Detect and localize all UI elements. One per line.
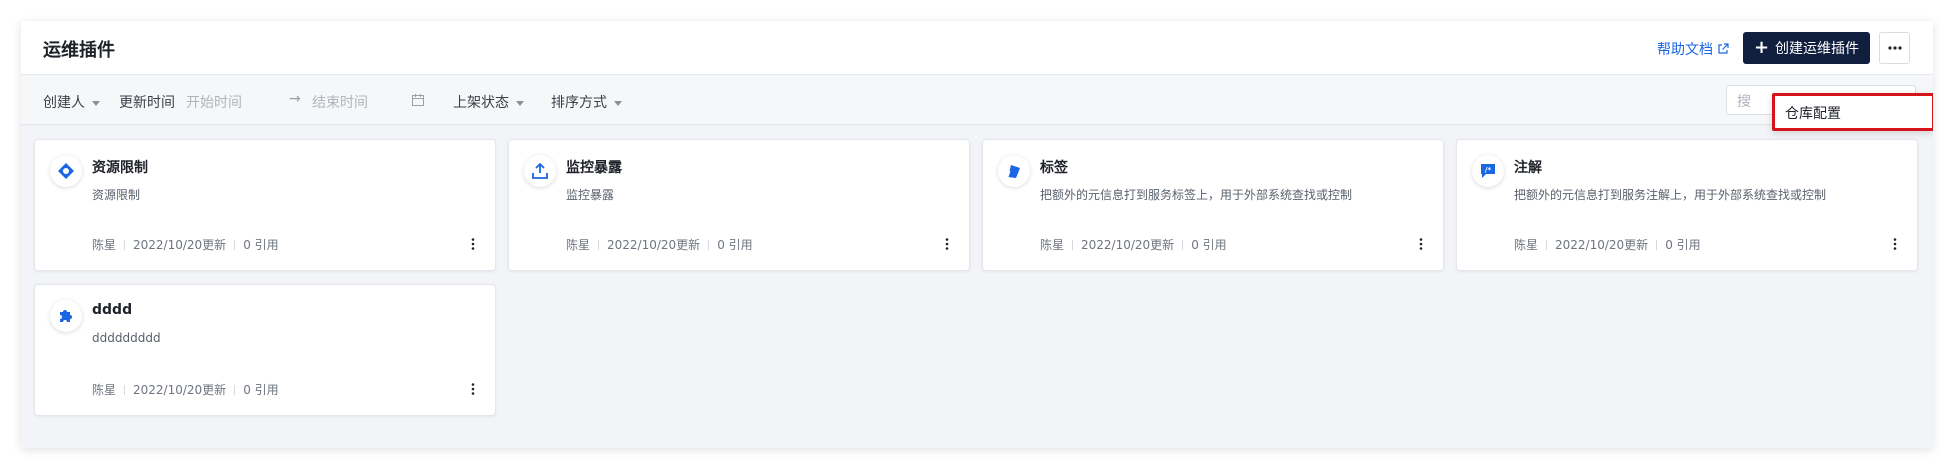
card-description: 资源限制	[92, 188, 141, 202]
plugin-card[interactable]: 标签 把额外的元信息打到服务标签上，用于外部系统查找或控制 陈星 2022/10…	[982, 139, 1444, 271]
divider	[1546, 239, 1548, 250]
card-refs: 0 引用	[717, 238, 753, 252]
plugin-card[interactable]: dddd ddddddddd 陈星 2022/10/20更新 0 引用	[34, 284, 496, 416]
page-header: 运维插件 帮助文档 + 创建运维插件	[21, 21, 1933, 75]
plugin-card[interactable]: 监控暴露 监控暴露 陈星 2022/10/20更新 0 引用	[508, 139, 970, 271]
divider	[1182, 239, 1184, 250]
card-refs: 0 引用	[1665, 238, 1701, 252]
ellipsis-icon	[1887, 46, 1902, 50]
upload-icon	[524, 155, 556, 187]
update-time-label: 更新时间	[119, 92, 175, 112]
card-more-icon[interactable]	[1893, 238, 1897, 250]
puzzle-icon	[50, 300, 82, 332]
divider	[1072, 239, 1074, 250]
plus-icon: +	[1753, 37, 1770, 58]
card-description: ddddddddd	[92, 331, 161, 345]
card-title: 注解	[1514, 160, 1542, 176]
divider	[234, 239, 236, 250]
card-author: 陈星	[92, 238, 117, 252]
plugin-card[interactable]: /* 注解 把额外的元信息打到服务注解上，用于外部系统查找或控制 陈星 2022…	[1456, 139, 1918, 271]
card-author: 陈星	[566, 238, 591, 252]
divider	[234, 384, 236, 395]
calendar-icon[interactable]	[411, 93, 425, 107]
caret-down-icon	[92, 100, 100, 106]
plugin-card[interactable]: 资源限制 资源限制 陈星 2022/10/20更新 0 引用	[34, 139, 496, 271]
card-meta: 陈星 2022/10/20更新 0 引用	[92, 236, 279, 253]
shelf-status-label: 上架状态	[453, 95, 509, 111]
filter-bar: 创建人 更新时间 开始时间 → 结束时间 上架状态 排序方式 搜	[21, 75, 1933, 125]
card-meta: 陈星 2022/10/20更新 0 引用	[566, 236, 753, 253]
creator-filter-label: 创建人	[43, 95, 85, 111]
card-refs: 0 引用	[243, 238, 279, 252]
caret-down-icon	[614, 100, 622, 106]
card-description: 把额外的元信息打到服务标签上，用于外部系统查找或控制	[1040, 188, 1353, 202]
card-title: 标签	[1040, 160, 1068, 176]
page-title: 运维插件	[43, 40, 115, 61]
card-updated: 2022/10/20更新	[607, 238, 701, 252]
sort-label: 排序方式	[551, 95, 607, 111]
card-author: 陈星	[1040, 238, 1065, 252]
divider	[708, 239, 710, 250]
card-meta: 陈星 2022/10/20更新 0 引用	[1514, 236, 1701, 253]
card-author: 陈星	[92, 383, 117, 397]
card-more-icon[interactable]	[471, 238, 475, 250]
card-description: 把额外的元信息打到服务注解上，用于外部系统查找或控制	[1514, 188, 1827, 202]
card-title: 监控暴露	[566, 160, 622, 176]
tag-icon	[998, 155, 1030, 187]
card-updated: 2022/10/20更新	[1555, 238, 1649, 252]
more-actions-dropdown: 仓库配置	[1772, 93, 1933, 131]
card-author: 陈星	[1514, 238, 1539, 252]
divider	[598, 239, 600, 250]
sort-filter[interactable]: 排序方式	[551, 92, 622, 112]
card-title: dddd	[92, 302, 133, 318]
card-more-icon[interactable]	[945, 238, 949, 250]
card-updated: 2022/10/20更新	[133, 238, 227, 252]
caret-down-icon	[516, 100, 524, 106]
external-link-icon	[1718, 43, 1729, 54]
svg-text:/*: /*	[1485, 166, 1492, 174]
card-updated: 2022/10/20更新	[1081, 238, 1175, 252]
diamond-icon	[50, 155, 82, 187]
card-meta: 陈星 2022/10/20更新 0 引用	[92, 381, 279, 398]
card-updated: 2022/10/20更新	[133, 383, 227, 397]
arrow-right-icon: →	[289, 91, 301, 107]
update-time-text: 更新时间	[119, 95, 175, 111]
help-docs-link[interactable]: 帮助文档	[1657, 39, 1729, 59]
create-plugin-button[interactable]: + 创建运维插件	[1743, 32, 1870, 64]
card-more-icon[interactable]	[1419, 238, 1423, 250]
divider	[1656, 239, 1658, 250]
repo-config-menu-item[interactable]: 仓库配置	[1785, 103, 1841, 123]
shelf-status-filter[interactable]: 上架状态	[453, 92, 524, 112]
start-time-input[interactable]: 开始时间	[186, 92, 242, 112]
card-meta: 陈星 2022/10/20更新 0 引用	[1040, 236, 1227, 253]
card-title: 资源限制	[92, 160, 148, 176]
end-time-input[interactable]: 结束时间	[312, 92, 368, 112]
help-docs-label: 帮助文档	[1657, 42, 1713, 58]
card-refs: 0 引用	[1191, 238, 1227, 252]
main-panel: 运维插件 帮助文档 + 创建运维插件 创建人 更新时间 开始时间 → 结束时间 …	[21, 21, 1933, 448]
comment-icon: /*	[1472, 155, 1504, 187]
card-description: 监控暴露	[566, 188, 615, 202]
divider	[124, 239, 126, 250]
more-actions-button[interactable]	[1879, 32, 1910, 64]
create-plugin-label: 创建运维插件	[1775, 41, 1860, 57]
card-more-icon[interactable]	[471, 383, 475, 395]
creator-filter[interactable]: 创建人	[43, 92, 100, 112]
card-refs: 0 引用	[243, 383, 279, 397]
divider	[124, 384, 126, 395]
